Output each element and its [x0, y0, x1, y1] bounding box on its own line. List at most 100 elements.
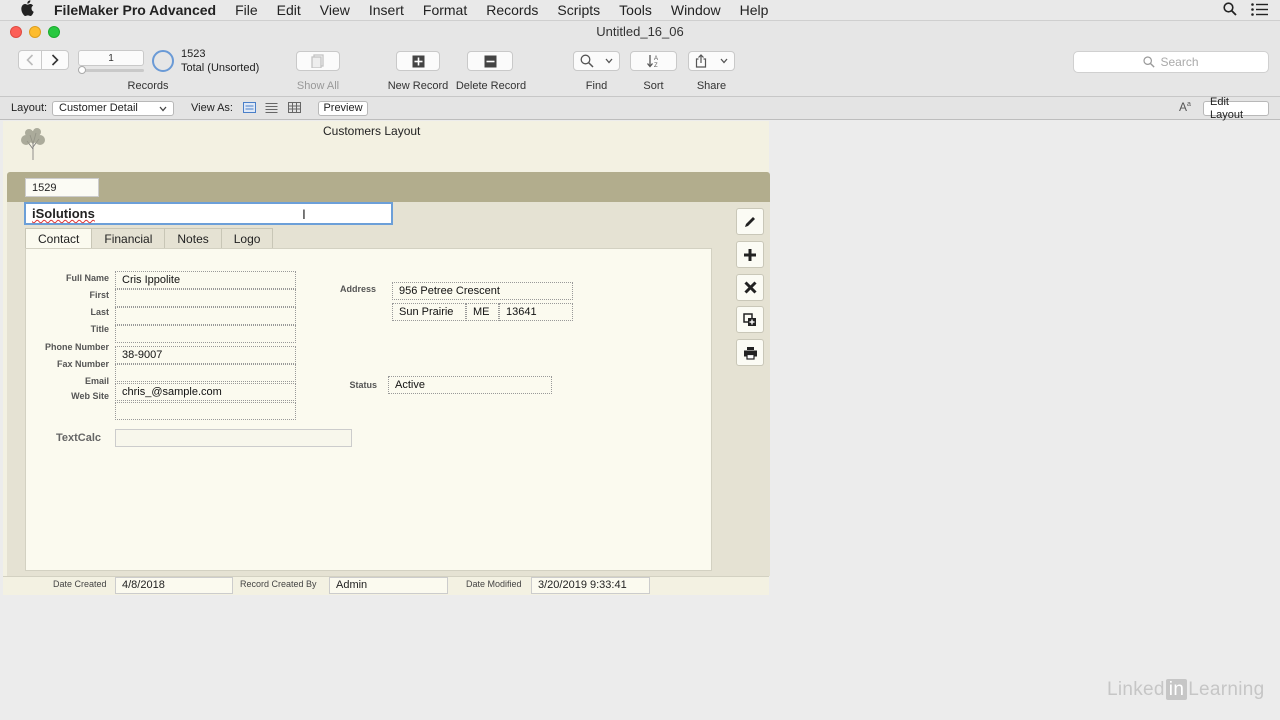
notification-center-icon[interactable] [1251, 2, 1268, 19]
menu-view[interactable]: View [320, 2, 350, 18]
edit-layout-button[interactable]: Edit Layout [1203, 96, 1269, 121]
close-window-button[interactable] [10, 26, 22, 38]
tab-logo[interactable]: Logo [220, 228, 274, 249]
table-view-icon[interactable] [288, 102, 301, 116]
minimize-window-button[interactable] [29, 26, 41, 38]
new-record-label: New Record [387, 80, 449, 92]
last-name-field[interactable] [115, 307, 296, 325]
full-name-field[interactable]: Cris Ippolite [115, 271, 296, 289]
plus-icon [744, 248, 756, 261]
status-label: Status [349, 380, 377, 390]
state-field[interactable]: ME [466, 303, 499, 321]
created-by-label: Record Created By [240, 579, 317, 589]
menu-edit[interactable]: Edit [277, 2, 301, 18]
records-stack-icon [311, 54, 324, 68]
layout-select-value: Customer Detail [59, 102, 138, 114]
record-slider-thumb[interactable] [78, 66, 86, 74]
new-record-button[interactable] [396, 51, 440, 71]
tab-financial[interactable]: Financial [91, 228, 166, 249]
layout-select[interactable]: Customer Detail [52, 101, 174, 116]
menu-bar: FileMaker Pro Advanced File Edit View In… [0, 0, 1280, 21]
spotlight-search-icon[interactable] [1223, 2, 1237, 19]
menu-records[interactable]: Records [486, 2, 538, 18]
sort-button[interactable]: AZ [630, 51, 677, 71]
pencil-icon [745, 216, 755, 227]
record-slider[interactable] [78, 66, 144, 74]
delete-button[interactable] [736, 274, 764, 301]
date-modified-label: Date Modified [466, 579, 522, 589]
textcalc-label: TextCalc [56, 432, 102, 444]
customer-id-field[interactable]: 1529 [25, 178, 99, 197]
tree-logo-icon [21, 128, 45, 160]
form-view-icon[interactable] [243, 102, 256, 116]
plus-square-icon [412, 55, 424, 67]
text-formatting-icon[interactable]: Aa [1179, 100, 1191, 114]
tab-notes[interactable]: Notes [164, 228, 222, 249]
address-field[interactable]: 956 Petree Crescent [392, 282, 573, 300]
chevron-down-icon [605, 58, 613, 64]
zip-field[interactable]: 13641 [499, 303, 573, 321]
phone-label: Phone Number [44, 342, 109, 352]
menu-help[interactable]: Help [740, 2, 769, 18]
date-modified-field[interactable]: 3/20/2019 9:33:41 [531, 577, 650, 594]
layout-label: Layout: [11, 102, 48, 114]
svg-text:A: A [654, 56, 658, 62]
phone-field[interactable]: 38-9007 [115, 346, 296, 364]
zoom-window-button[interactable] [48, 26, 60, 38]
date-created-label: Date Created [53, 579, 107, 589]
sort-label: Sort [643, 80, 664, 92]
city-field[interactable]: Sun Prairie [392, 303, 466, 321]
date-created-field[interactable]: 4/8/2018 [115, 577, 233, 594]
website-field[interactable]: chris_@sample.com [115, 383, 296, 401]
search-placeholder: Search [1160, 55, 1199, 69]
show-all-label: Show All [296, 80, 340, 92]
tab-contact[interactable]: Contact [25, 228, 93, 249]
list-view-icon[interactable] [265, 102, 278, 116]
full-name-label: Full Name [65, 273, 109, 283]
quick-find-search-field[interactable]: Search [1073, 51, 1269, 73]
title-field[interactable] [115, 325, 296, 343]
print-button[interactable] [736, 339, 764, 366]
app-name-menu[interactable]: FileMaker Pro Advanced [54, 2, 216, 18]
menu-window[interactable]: Window [671, 2, 721, 18]
show-all-button[interactable] [296, 51, 340, 71]
menu-insert[interactable]: Insert [369, 2, 404, 18]
website-label: Web Site [71, 391, 109, 401]
next-record-button[interactable] [41, 50, 69, 70]
record-pie-icon [152, 50, 174, 72]
previous-record-button[interactable] [18, 50, 42, 70]
chevron-right-icon [51, 54, 59, 66]
ibeam-cursor-icon: I [302, 206, 306, 222]
company-name-field[interactable]: iSolutions [24, 202, 393, 225]
menu-tools[interactable]: Tools [619, 2, 652, 18]
layout-bar: Layout: Customer Detail View As: Preview… [0, 96, 1280, 121]
share-button[interactable] [688, 51, 735, 71]
duplicate-button[interactable] [736, 306, 764, 333]
layout-header-title: Customers Layout [323, 124, 421, 138]
watermark-right: Learning [1188, 679, 1265, 700]
records-label: Records [127, 80, 169, 92]
status-field[interactable]: Active [388, 376, 552, 394]
sort-az-icon: AZ [646, 55, 658, 68]
record-number-input[interactable]: 1 [78, 50, 144, 66]
menu-scripts[interactable]: Scripts [557, 2, 600, 18]
first-label: First [89, 290, 109, 300]
search-icon [1143, 56, 1156, 68]
find-button[interactable] [573, 51, 620, 71]
window-title: Untitled_16_06 [596, 24, 684, 39]
add-button[interactable] [736, 241, 764, 268]
textcalc-field[interactable] [115, 429, 352, 447]
first-name-field[interactable] [115, 289, 296, 307]
menu-file[interactable]: File [235, 2, 258, 18]
preview-button[interactable]: Preview [318, 101, 368, 116]
share-icon [696, 54, 707, 68]
menu-format[interactable]: Format [423, 2, 467, 18]
delete-record-button[interactable] [467, 51, 513, 71]
created-by-field[interactable]: Admin [329, 577, 448, 594]
fax-field[interactable] [115, 364, 296, 382]
apple-icon[interactable] [20, 0, 38, 20]
found-count: 1523 [181, 48, 206, 60]
edit-button[interactable] [736, 208, 764, 235]
email-field[interactable] [115, 402, 296, 420]
printer-icon [743, 346, 757, 360]
